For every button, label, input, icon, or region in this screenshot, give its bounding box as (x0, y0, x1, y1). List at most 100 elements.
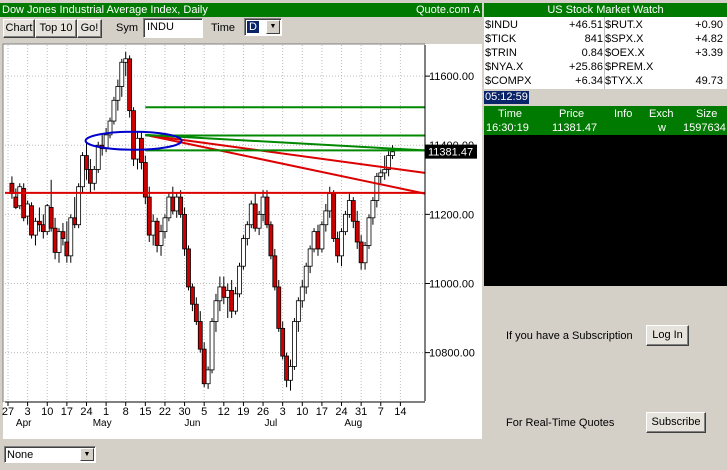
chart-button[interactable]: Chart (3, 19, 35, 38)
y-tick-label: 11000.00 (429, 278, 474, 290)
candle-down (36, 220, 42, 226)
watch-value: +3.39 (695, 47, 723, 59)
watch-symbol: $RUT.X (605, 19, 643, 31)
candle-down (52, 227, 58, 253)
candle-up (174, 196, 180, 212)
col-info: Info (614, 108, 633, 120)
x-tick-label: 17 (61, 406, 73, 418)
candle-down (60, 231, 66, 239)
subscription-text: If you have a Subscription (506, 330, 633, 342)
time-select[interactable]: D ▼ (244, 18, 282, 36)
x-month-label: May (93, 418, 112, 429)
candle-down (127, 58, 133, 112)
trade-exch: w (658, 122, 666, 134)
watch-value: 0.84 (581, 47, 603, 59)
candlestick-chart[interactable]: 10800.0011000.0011200.0011400.0011600.00… (0, 41, 482, 441)
realtime-text: For Real-Time Quotes (506, 417, 615, 429)
watch-value: +25.86 (569, 61, 603, 73)
candle-up (123, 58, 129, 63)
candle-up (370, 200, 376, 219)
candle-up (17, 186, 23, 207)
candle-up (111, 99, 117, 122)
candle-up (241, 238, 246, 267)
x-tick-label: 31 (355, 406, 367, 418)
candle-down (350, 200, 356, 222)
candle-down (84, 155, 89, 170)
trade-price: 11381.47 (552, 122, 598, 134)
market-watch-table: $INDU +46.51 $RUT.X +0.90 $TICK 841 $SPX.X +4.8… (484, 17, 727, 89)
col-time: Time (498, 108, 523, 120)
candle-down (264, 196, 270, 226)
candle-up (135, 137, 140, 160)
candle-down (268, 224, 274, 257)
candle-down (178, 196, 184, 215)
candle-up (319, 224, 325, 250)
toolbar: Chart Top 10 Go! Sym INDU Time D ▼ (0, 17, 482, 41)
candle-up (248, 203, 254, 226)
x-tick-label: 5 (201, 406, 207, 418)
x-tick-label: 8 (123, 406, 129, 418)
candle-up (390, 151, 395, 157)
candle-down (315, 231, 321, 250)
candle-down (193, 303, 199, 322)
study-select[interactable]: None ▼ (4, 446, 96, 463)
candle-up (288, 366, 293, 381)
trades-header: Time Price Info Exch Size 16:30:19 11381… (484, 106, 727, 135)
candle-up (56, 231, 62, 253)
source-label: Quote.com (416, 4, 470, 16)
top10-button[interactable]: Top 10 (35, 19, 77, 38)
trade-size: 1597634 (683, 122, 726, 134)
candle-down (335, 238, 341, 257)
candle-up (346, 200, 352, 215)
chevron-down-icon[interactable]: ▼ (266, 20, 280, 34)
x-tick-label: 14 (394, 406, 406, 418)
x-tick-label: 10 (296, 406, 308, 418)
candle-up (225, 289, 231, 298)
candle-down (182, 213, 187, 250)
x-month-label: Aug (344, 418, 362, 429)
candle-down (197, 321, 203, 350)
x-month-label: Jun (184, 418, 200, 429)
candle-up (295, 300, 301, 322)
symbol-input[interactable]: INDU (143, 18, 203, 38)
col-size: Size (696, 108, 718, 120)
x-tick-label: 26 (257, 406, 269, 418)
candle-up (166, 196, 172, 219)
watch-symbol: $TRIN (485, 47, 517, 59)
candle-down (276, 286, 282, 329)
trades-panel: Time Price Info Exch Size 16:30:19 11381… (484, 106, 727, 286)
candle-up (80, 155, 85, 188)
subscribe-button[interactable]: Subscribe (646, 412, 706, 433)
candle-up (213, 300, 219, 322)
candle-up (91, 169, 97, 184)
candle-up (382, 169, 388, 174)
x-tick-label: 24 (80, 406, 92, 418)
x-tick-label: 12 (218, 406, 230, 418)
chart-title: Dow Jones Industrial Average Index, Dail… (2, 4, 208, 16)
x-tick-label: 19 (237, 406, 249, 418)
login-button[interactable]: Log In (646, 325, 689, 346)
candle-up (33, 220, 38, 236)
candle-up (233, 293, 238, 312)
y-tick-label: 11600.00 (429, 71, 474, 83)
marker-label: A (473, 4, 481, 16)
x-tick-label: 15 (139, 406, 151, 418)
x-tick-label: 7 (378, 406, 384, 418)
x-tick-label: 30 (178, 406, 190, 418)
watch-symbol: $TYX.X (605, 75, 643, 87)
candle-down (40, 224, 46, 233)
trade-time: 16:30:19 (486, 122, 529, 134)
go-button[interactable]: Go! (77, 19, 102, 38)
watch-value: 841 (584, 33, 603, 45)
y-tick-label: 10800.00 (429, 348, 475, 360)
watch-value: +4.82 (695, 33, 723, 45)
chevron-down-icon[interactable]: ▼ (80, 448, 94, 461)
candle-up (339, 231, 344, 257)
watch-symbol: $INDU (485, 19, 519, 31)
candle-up (311, 231, 317, 250)
watch-value: +6.34 (575, 75, 603, 87)
candle-down (13, 196, 19, 208)
candle-down (88, 169, 93, 184)
watch-symbol: $OEX.X (605, 47, 645, 59)
candle-up (158, 231, 164, 246)
